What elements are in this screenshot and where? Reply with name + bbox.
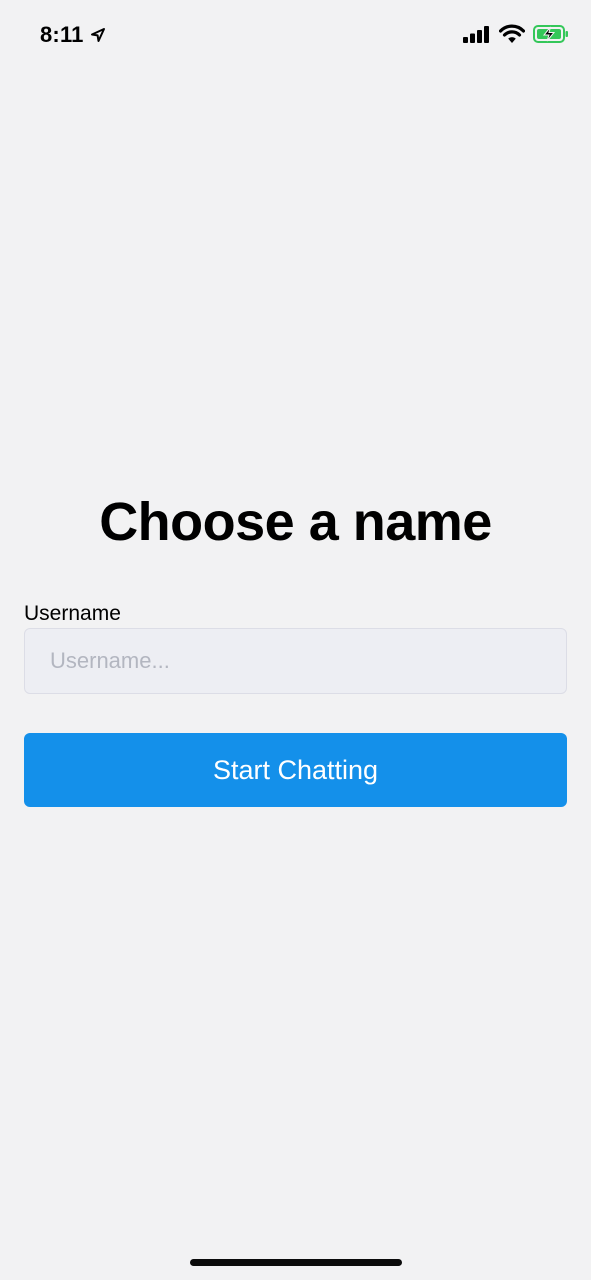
wifi-icon <box>498 24 526 49</box>
page-title: Choose a name <box>99 492 492 552</box>
status-icons <box>463 24 569 49</box>
choose-name-screen: 8:11 Choose a name Username Username... … <box>0 0 591 1280</box>
status-bar: 8:11 <box>0 0 591 72</box>
location-arrow-icon <box>90 27 106 43</box>
cellular-signal-icon <box>463 25 491 48</box>
home-indicator[interactable] <box>190 1259 402 1266</box>
battery-charging-icon <box>533 24 569 49</box>
start-chatting-button[interactable]: Start Chatting <box>24 733 567 807</box>
username-input[interactable] <box>24 628 567 694</box>
status-time: 8:11 <box>40 22 84 47</box>
status-time-group: 8:11 <box>40 22 106 48</box>
username-label: Username <box>24 602 121 625</box>
